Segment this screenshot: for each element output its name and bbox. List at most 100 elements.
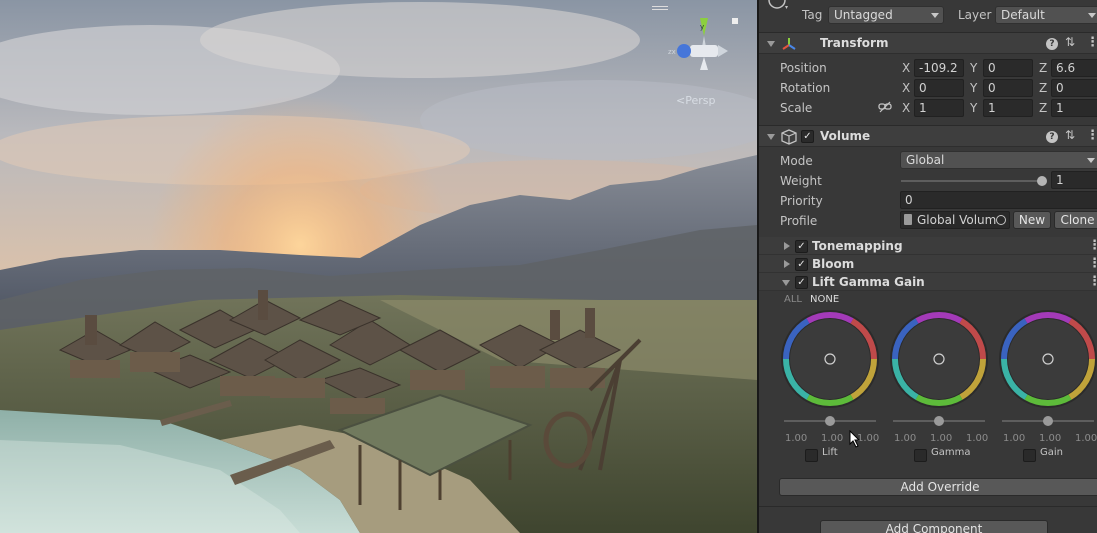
wheel-slider-handle[interactable]	[934, 416, 944, 426]
help-icon[interactable]: ?	[1046, 131, 1058, 143]
mode-value: Global	[906, 153, 945, 167]
kebab-menu-icon[interactable]: ⋮	[1086, 129, 1097, 142]
wheel-value: 1.00	[966, 433, 989, 444]
layer-dropdown[interactable]: Default	[995, 6, 1097, 24]
foldout-arrow-icon[interactable]	[784, 242, 790, 250]
axis-y-label[interactable]: Y	[970, 101, 977, 115]
wheel-value: 1.00	[1039, 433, 1062, 444]
override-tonemapping[interactable]: ✓ Tonemapping ⋮	[759, 237, 1097, 255]
axis-y-label[interactable]: Y	[970, 81, 977, 95]
axis-z-label[interactable]: Z	[1039, 61, 1047, 75]
add-component-button[interactable]: Add Component	[820, 520, 1048, 533]
chevron-down-icon	[1088, 13, 1096, 18]
transform-header[interactable]: Transform ? ⇅ ⋮	[759, 32, 1097, 54]
profile-object-field[interactable]: Global Volum	[900, 211, 1010, 229]
mode-label: Mode	[780, 154, 813, 168]
target-icon[interactable]	[996, 215, 1006, 225]
wheel-slider-handle[interactable]	[1043, 416, 1053, 426]
volume-title: Volume	[820, 129, 871, 143]
projection-toggle[interactable]: <Persp	[676, 94, 715, 107]
tonemapping-enabled-checkbox[interactable]: ✓	[795, 240, 808, 253]
kebab-menu-icon[interactable]: ⋮	[1088, 257, 1097, 270]
none-toggle[interactable]: NONE	[810, 294, 839, 305]
axis-z-label[interactable]: Z	[1039, 81, 1047, 95]
scale-y-field[interactable]: 1	[983, 99, 1033, 117]
axis-x-label[interactable]: X	[902, 101, 910, 115]
rotation-z-field[interactable]: 0	[1051, 79, 1097, 97]
asset-file-icon	[904, 214, 912, 225]
clone-profile-button[interactable]: Clone	[1054, 211, 1097, 229]
color-wheel-lift[interactable]	[779, 308, 881, 410]
wheel-value: 1.00	[1075, 433, 1097, 444]
all-toggle[interactable]: ALL	[784, 294, 802, 305]
foldout-arrow-icon[interactable]	[784, 260, 790, 268]
weight-slider-handle[interactable]	[1037, 176, 1047, 186]
axis-x-label[interactable]: X	[902, 81, 910, 95]
wheel-toggle-checkbox[interactable]	[914, 449, 927, 462]
lgg-title: Lift Gamma Gain	[812, 275, 925, 289]
weight-field[interactable]: 1	[1051, 171, 1097, 189]
position-z-field[interactable]: 6.6	[1051, 59, 1097, 77]
scale-label: Scale	[780, 101, 813, 115]
volume-cube-icon	[781, 129, 797, 145]
bloom-enabled-checkbox[interactable]: ✓	[795, 258, 808, 271]
tag-dropdown[interactable]: Untagged	[828, 6, 944, 24]
weight-slider-track[interactable]	[901, 180, 1041, 182]
color-wheel-gamma[interactable]	[888, 308, 990, 410]
scale-x-field[interactable]: 1	[914, 99, 964, 117]
rotation-x-field[interactable]: 0	[914, 79, 964, 97]
rotation-y-field[interactable]: 0	[983, 79, 1033, 97]
transform-axes-icon	[782, 38, 796, 50]
position-x-field[interactable]: -109.2	[914, 59, 964, 77]
add-override-button[interactable]: Add Override	[779, 478, 1097, 496]
tag-label: Tag	[802, 8, 823, 22]
chevron-down-icon	[1087, 158, 1095, 163]
presets-sliders-icon[interactable]: ⇅	[1065, 35, 1075, 49]
wheel-toggle-checkbox[interactable]	[1023, 449, 1036, 462]
axis-x-label[interactable]: X	[902, 61, 910, 75]
weight-label: Weight	[780, 174, 822, 188]
rotation-label: Rotation	[780, 81, 831, 95]
presets-sliders-icon[interactable]: ⇅	[1065, 128, 1075, 142]
wheel-toggle-checkbox[interactable]	[805, 449, 818, 462]
lgg-enabled-checkbox[interactable]: ✓	[795, 276, 808, 289]
help-icon[interactable]: ?	[1046, 38, 1058, 50]
layer-value: Default	[1001, 8, 1045, 22]
scene-drag-handle[interactable]	[652, 6, 668, 10]
orientation-gizmo[interactable]: zx y	[664, 14, 744, 84]
kebab-menu-icon[interactable]: ⋮	[1088, 239, 1097, 252]
bloom-title: Bloom	[812, 257, 855, 271]
wheel-slider-handle[interactable]	[825, 416, 835, 426]
foldout-arrow-icon[interactable]	[767, 41, 775, 47]
scene-render	[0, 0, 757, 533]
new-profile-button[interactable]: New	[1013, 211, 1051, 229]
tag-value: Untagged	[834, 8, 893, 22]
color-wheel-gain[interactable]	[997, 308, 1097, 410]
chevron-down-icon	[931, 13, 939, 18]
axis-y-label[interactable]: Y	[970, 61, 977, 75]
kebab-menu-icon[interactable]: ⋮	[1086, 36, 1097, 49]
wheel-value: 1.00	[930, 433, 953, 444]
wheel-name-label: Gamma	[931, 447, 971, 458]
volume-enabled-checkbox[interactable]: ✓	[801, 130, 814, 143]
kebab-menu-icon[interactable]: ⋮	[1088, 275, 1097, 288]
svg-text:zx: zx	[668, 48, 676, 56]
override-lift-gamma-gain[interactable]: ✓ Lift Gamma Gain ⋮	[759, 273, 1097, 291]
position-label: Position	[780, 61, 827, 75]
scene-view[interactable]: zx y <Persp	[0, 0, 757, 533]
foldout-arrow-icon[interactable]	[782, 280, 790, 286]
override-bloom[interactable]: ✓ Bloom ⋮	[759, 255, 1097, 273]
link-icon[interactable]	[878, 101, 892, 113]
transform-title: Transform	[820, 36, 889, 50]
volume-header[interactable]: ✓ Volume ? ⇅ ⋮	[759, 125, 1097, 147]
axis-z-label[interactable]: Z	[1039, 101, 1047, 115]
inspector-panel: Tag Untagged Layer Default Transform ? ⇅…	[757, 0, 1097, 533]
scale-z-field[interactable]: 1	[1051, 99, 1097, 117]
wheel-value: 1.00	[1003, 433, 1026, 444]
svg-text:y: y	[700, 23, 704, 31]
tonemapping-title: Tonemapping	[812, 239, 903, 253]
foldout-arrow-icon[interactable]	[767, 134, 775, 140]
priority-field[interactable]: 0	[900, 191, 1097, 209]
position-y-field[interactable]: 0	[983, 59, 1033, 77]
mode-dropdown[interactable]: Global	[900, 151, 1097, 169]
